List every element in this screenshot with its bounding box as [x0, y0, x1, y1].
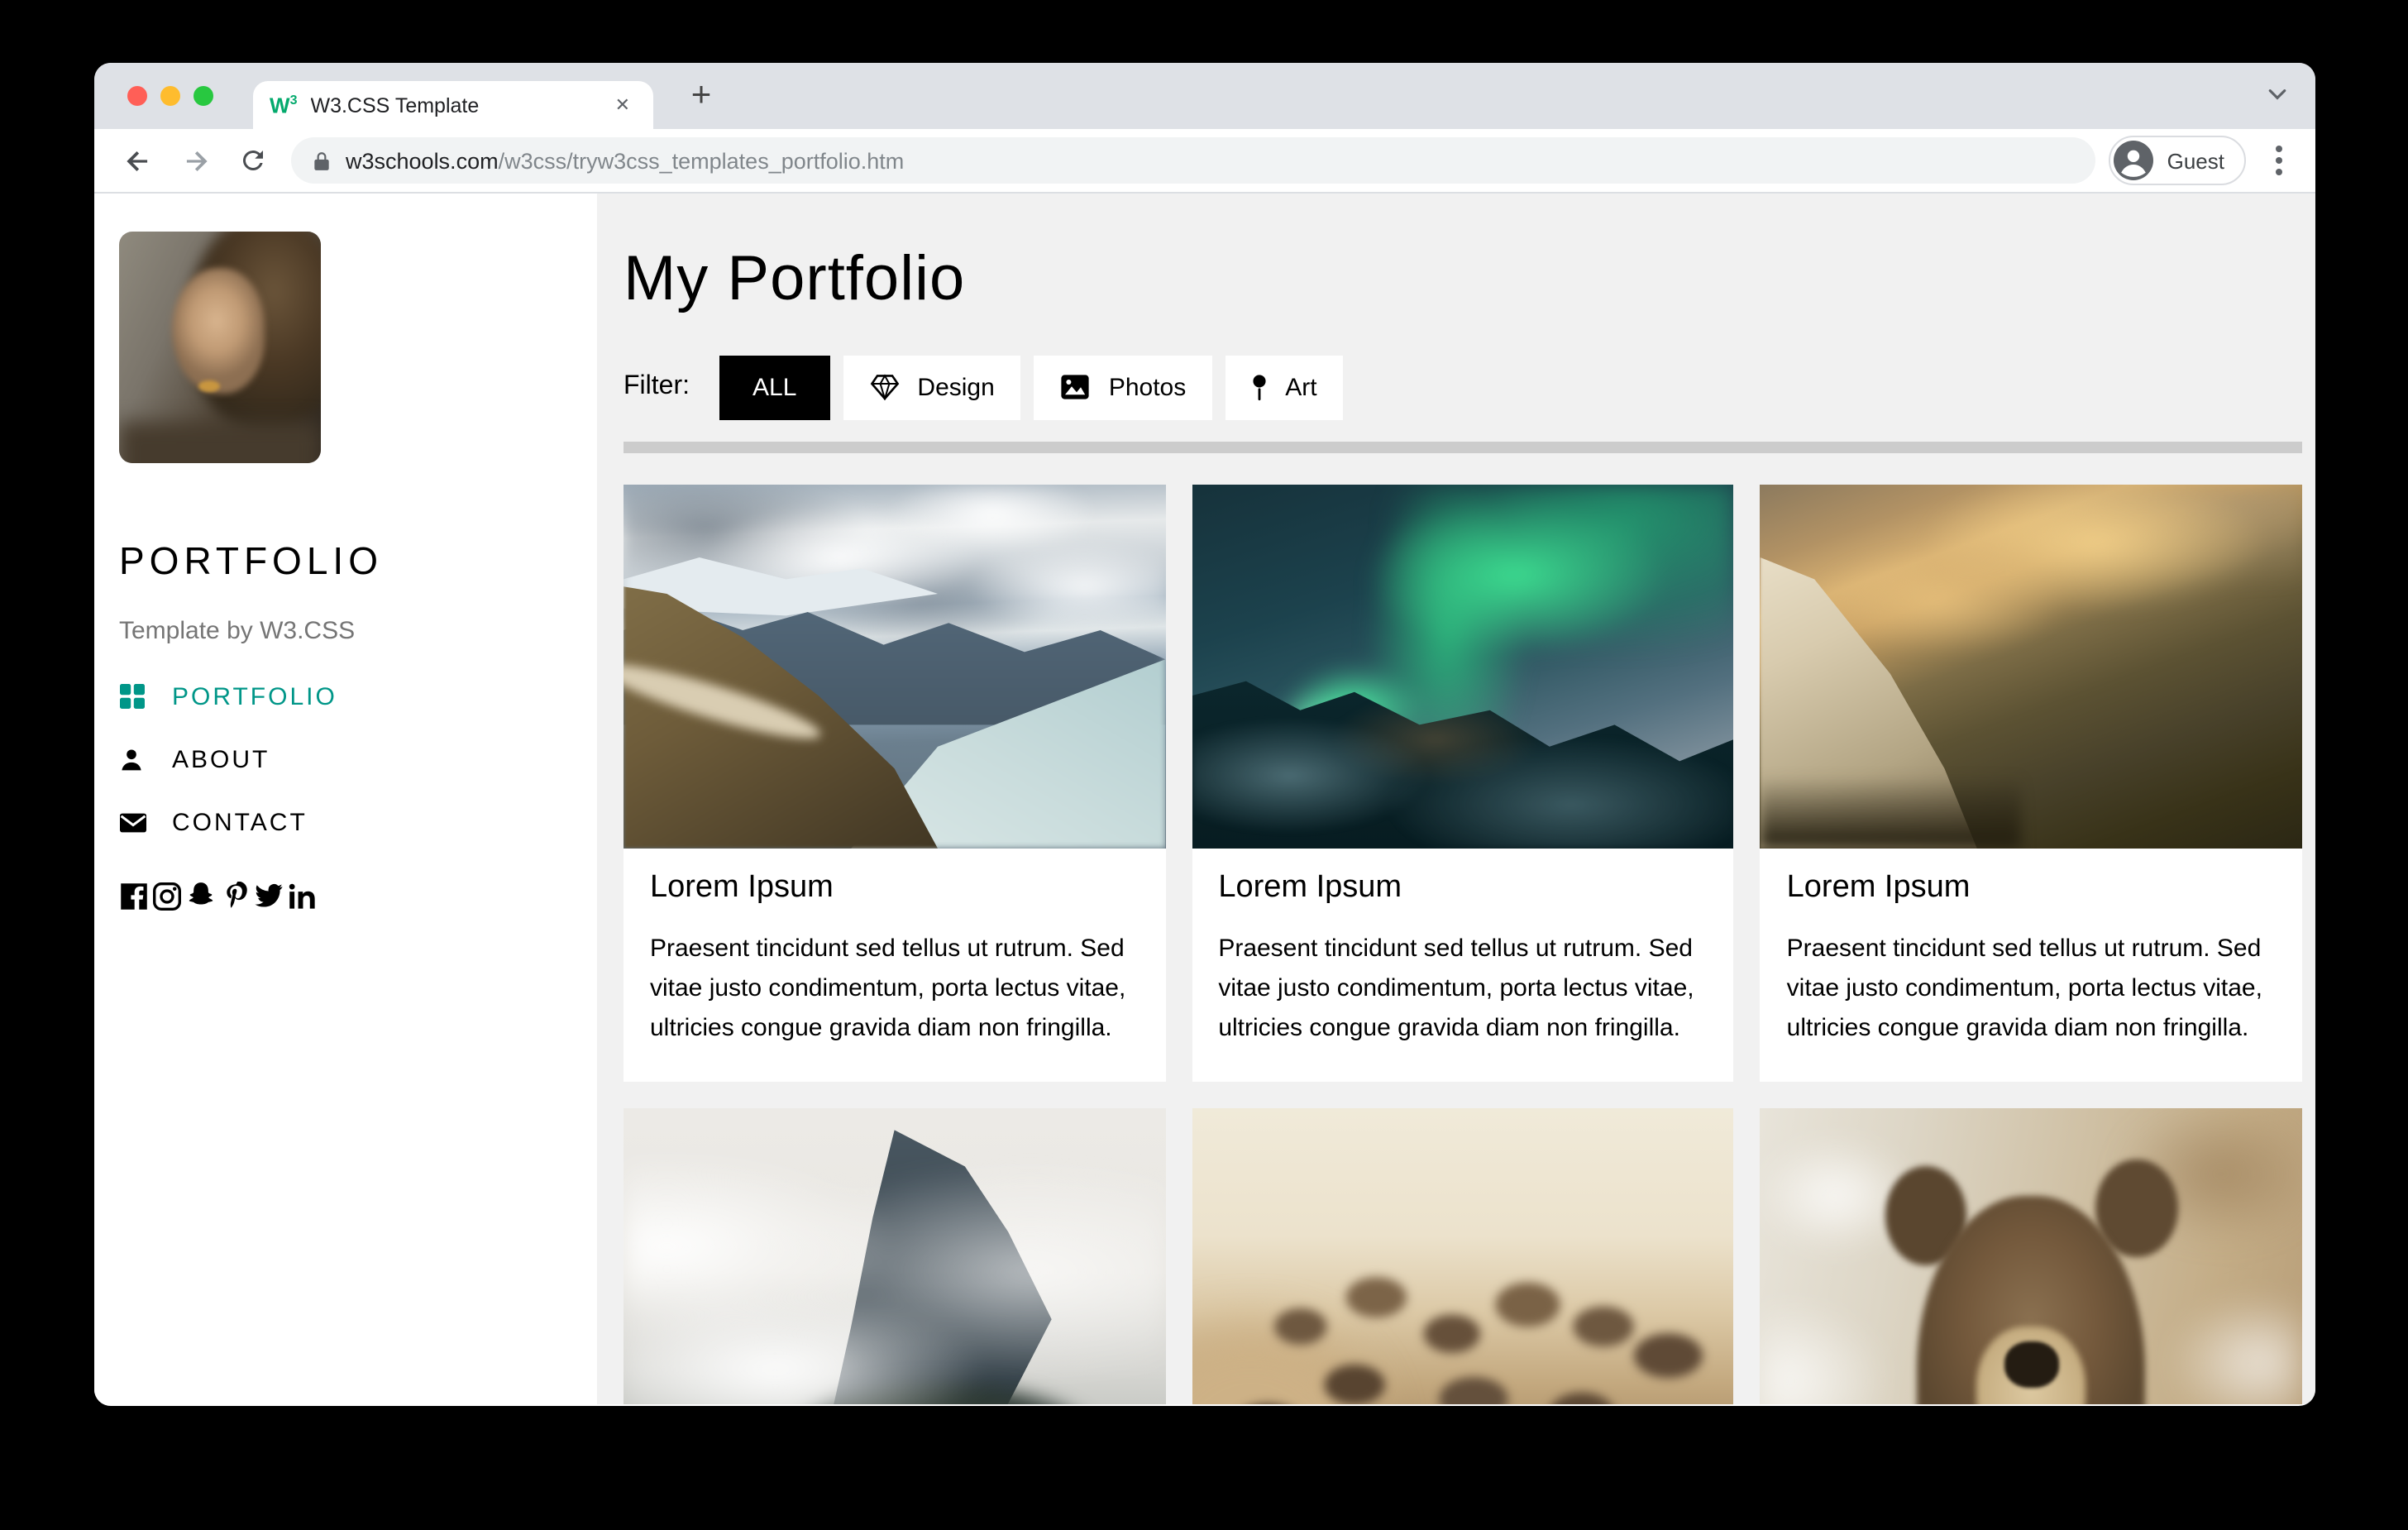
portfolio-card	[1192, 1108, 1734, 1404]
filter-button-art[interactable]: Art	[1226, 355, 1344, 419]
foggy-mountain-image	[624, 1108, 1166, 1404]
twitter-icon[interactable]	[253, 880, 284, 911]
tab-close-icon[interactable]: ✕	[609, 91, 637, 119]
card-text: Praesent tincidunt sed tellus ut rutrum.…	[650, 935, 1126, 1042]
sidebar-item-label: PORTFOLIO	[172, 682, 337, 710]
filter-button-photos[interactable]: Photos	[1034, 355, 1213, 419]
card-text: Praesent tincidunt sed tellus ut rutrum.…	[1786, 935, 2262, 1042]
pinterest-icon[interactable]	[220, 881, 250, 911]
sidebar-item-label: ABOUT	[172, 745, 270, 773]
portfolio-card	[1760, 1108, 2302, 1404]
snapchat-icon[interactable]	[185, 880, 217, 911]
sidebar: PORTFOLIO Template by W3.CSS PORTFOLIO A…	[94, 194, 597, 1404]
card-title: Lorem Ipsum	[650, 870, 834, 905]
filter-label: Filter:	[624, 372, 690, 400]
portfolio-card: Lorem Ipsum Praesent tincidunt sed tellu…	[1192, 485, 1734, 1082]
filter-button-all[interactable]: ALL	[719, 355, 830, 419]
avatar	[2114, 141, 2154, 180]
url-text: w3schools.com/w3css/tryw3css_templates_p…	[346, 148, 905, 173]
browser-window: W3 W3.CSS Template ✕ + w3schools.com/w3c…	[94, 63, 2315, 1406]
address-bar[interactable]: w3schools.com/w3css/tryw3css_templates_p…	[291, 137, 2096, 184]
profile-label: Guest	[2167, 148, 2224, 173]
reload-button[interactable]	[230, 137, 276, 184]
menu-kebab-icon[interactable]	[2262, 146, 2296, 175]
profile-photo	[119, 232, 321, 463]
back-button[interactable]	[114, 137, 160, 184]
main-content: My Portfolio Filter: ALL Design Photos A…	[597, 194, 2315, 1404]
instagram-icon[interactable]	[152, 881, 182, 911]
w3css-favicon: W3	[270, 92, 298, 118]
sidebar-item-portfolio[interactable]: PORTFOLIO	[119, 665, 571, 728]
aurora-image	[1192, 485, 1734, 849]
portfolio-card: Lorem Ipsum Praesent tincidunt sed tellu…	[624, 485, 1166, 1082]
lock-icon	[314, 151, 329, 170]
portfolio-card: Lorem Ipsum Praesent tincidunt sed tellu…	[1760, 485, 2302, 1082]
new-tab-button[interactable]: +	[676, 68, 726, 124]
bear-image	[1760, 1108, 2302, 1404]
user-icon	[119, 747, 147, 772]
sidebar-item-label: CONTACT	[172, 808, 308, 836]
sidebar-heading: PORTFOLIO	[119, 539, 383, 582]
diamond-icon	[869, 374, 899, 400]
sidebar-item-about[interactable]: ABOUT	[119, 728, 571, 791]
minimize-window-button[interactable]	[160, 86, 180, 106]
screen: W3 W3.CSS Template ✕ + w3schools.com/w3c…	[0, 0, 2408, 1530]
divider-bar	[624, 442, 2302, 453]
forward-button[interactable]	[172, 137, 218, 184]
coffee-beans-image	[1192, 1108, 1734, 1404]
portfolio-grid: Lorem Ipsum Praesent tincidunt sed tellu…	[624, 485, 2302, 1404]
profile-button[interactable]: Guest	[2109, 136, 2246, 185]
browser-tab[interactable]: W3 W3.CSS Template ✕	[253, 81, 653, 129]
filter-button-design[interactable]: Design	[843, 355, 1021, 419]
fjord-landscape-image	[624, 485, 1166, 849]
linkedin-icon[interactable]	[288, 881, 318, 911]
golden-mountains-image	[1760, 485, 2302, 849]
social-links	[119, 880, 571, 911]
card-text: Praesent tincidunt sed tellus ut rutrum.…	[1218, 935, 1694, 1042]
envelope-icon	[119, 810, 147, 834]
sidebar-subheading: Template by W3.CSS	[119, 617, 356, 645]
zoom-window-button[interactable]	[194, 86, 213, 106]
grid-icon	[119, 683, 147, 710]
browser-toolbar: w3schools.com/w3css/tryw3css_templates_p…	[94, 129, 2315, 194]
tab-bar: W3 W3.CSS Template ✕ +	[94, 63, 2315, 129]
map-pin-icon	[1252, 373, 1267, 401]
tab-title: W3.CSS Template	[310, 93, 480, 117]
facebook-icon[interactable]	[119, 881, 149, 911]
card-title: Lorem Ipsum	[1786, 870, 1971, 905]
card-title: Lorem Ipsum	[1218, 870, 1402, 905]
sidebar-item-contact[interactable]: CONTACT	[119, 791, 571, 853]
tab-search-chevron-icon[interactable]	[2266, 83, 2289, 114]
image-icon	[1061, 374, 1091, 400]
page-title: My Portfolio	[624, 245, 966, 314]
portfolio-card	[624, 1108, 1166, 1404]
close-window-button[interactable]	[127, 86, 147, 106]
window-controls	[127, 86, 213, 106]
filter-bar: Filter: ALL Design Photos Art	[624, 354, 2302, 420]
sidebar-menu: PORTFOLIO ABOUT CONTACT	[119, 665, 571, 853]
page-body: PORTFOLIO Template by W3.CSS PORTFOLIO A…	[94, 194, 2315, 1404]
